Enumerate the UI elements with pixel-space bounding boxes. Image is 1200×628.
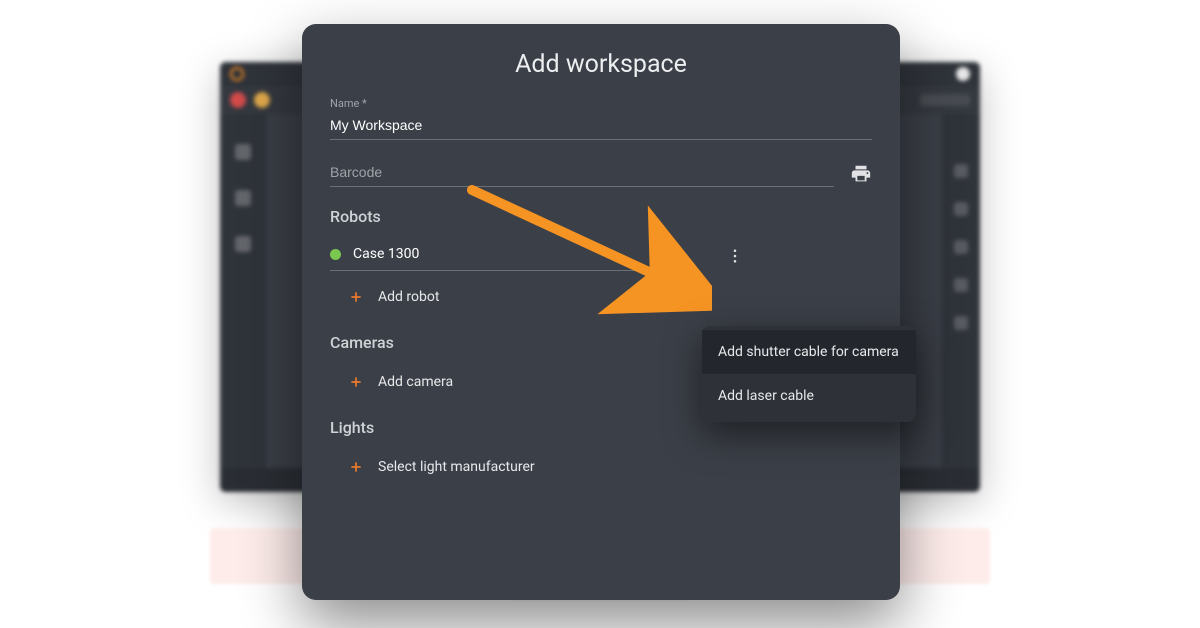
name-label: Name * [330,97,872,110]
rightrail-icon [954,316,968,330]
add-workspace-dialog: Add workspace Name * Robots Case 1300 [302,24,900,600]
print-icon[interactable] [850,163,872,185]
sidebar-icon [235,144,251,160]
bg-chip [920,94,970,106]
robot-more-button[interactable] [723,244,747,268]
robot-name: Case 1300 [353,246,670,262]
chevron-down-icon [678,248,690,260]
plus-icon [348,289,364,305]
dialog-title: Add workspace [330,50,872,79]
robots-heading: Robots [330,207,872,226]
status-dot-icon [254,92,270,108]
sidebar-icon [235,236,251,252]
name-input[interactable] [330,113,872,140]
rightrail-icon [954,202,968,216]
add-camera-label: Add camera [378,374,453,390]
robot-select[interactable]: Case 1300 [330,240,690,271]
add-robot-label: Add robot [378,289,439,305]
add-robot-button[interactable]: Add robot [330,271,872,313]
status-dot-icon [230,92,246,108]
rightrail-icon [954,278,968,292]
plus-icon [348,459,364,475]
name-field: Name * [330,97,872,140]
status-online-icon [330,249,341,260]
avatar [956,67,970,81]
app-logo-icon [230,67,244,81]
select-light-label: Select light manufacturer [378,459,535,475]
menu-item-add-laser-cable[interactable]: Add laser cable [702,374,916,418]
barcode-input[interactable] [330,160,834,187]
select-light-manufacturer-button[interactable]: Select light manufacturer [330,451,872,483]
robot-context-menu: Add shutter cable for camera Add laser c… [702,326,916,422]
sidebar-icon [235,190,251,206]
menu-item-add-shutter-cable[interactable]: Add shutter cable for camera [702,330,916,374]
barcode-field [330,160,872,187]
plus-icon [348,374,364,390]
rightrail-icon [954,164,968,178]
rightrail-icon [954,240,968,254]
